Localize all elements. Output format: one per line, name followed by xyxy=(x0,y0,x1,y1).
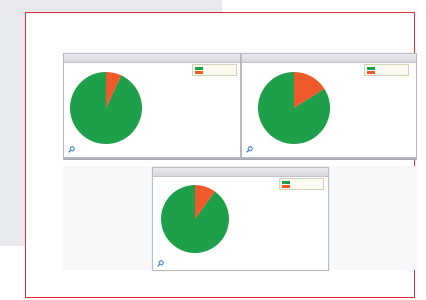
magnifier-icon[interactable] xyxy=(68,146,75,153)
pie-chart xyxy=(70,72,142,144)
chart-panel-2 xyxy=(241,53,417,158)
chart-legend xyxy=(192,64,237,76)
legend-item xyxy=(282,184,321,188)
pie-chart xyxy=(258,72,330,144)
chart-panel-1 xyxy=(63,53,241,158)
pie-chart xyxy=(161,185,229,253)
legend-swatch xyxy=(282,184,290,188)
magnifier-icon[interactable] xyxy=(246,146,253,153)
legend-swatch xyxy=(195,66,203,70)
legend-swatch xyxy=(282,180,290,184)
chart-legend xyxy=(279,178,324,190)
legend-item xyxy=(367,70,406,74)
chart-legend xyxy=(364,64,409,76)
legend-swatch xyxy=(367,66,375,70)
chart-panel-3 xyxy=(152,167,329,271)
magnifier-icon[interactable] xyxy=(157,260,164,267)
panel-title xyxy=(242,54,416,63)
legend-swatch xyxy=(367,70,375,74)
legend-swatch xyxy=(195,70,203,74)
legend-item xyxy=(195,70,234,74)
panel-title xyxy=(153,168,328,177)
panel-title xyxy=(64,54,240,63)
